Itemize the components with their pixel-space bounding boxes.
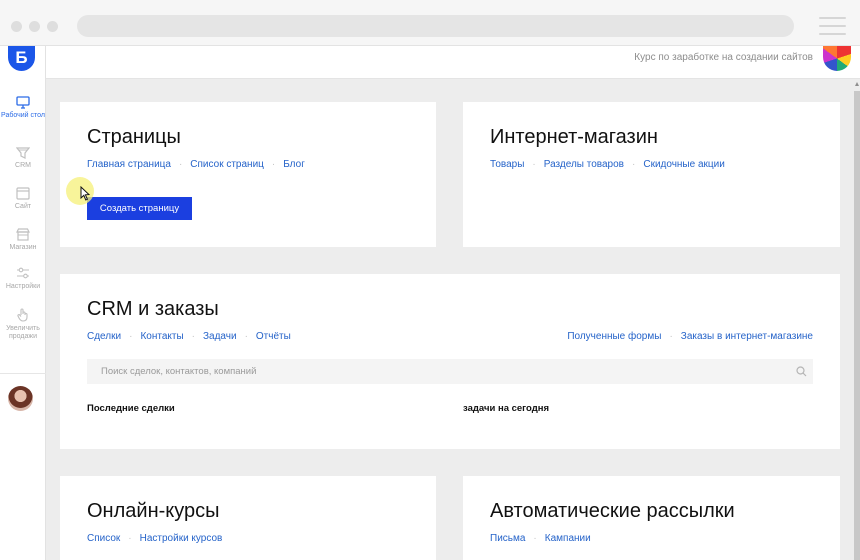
shop-links: Товары · Разделы товаров · Скидочные акции xyxy=(490,159,725,170)
link-separator: · xyxy=(178,159,183,170)
account-avatar[interactable] xyxy=(823,46,851,71)
link-separator: · xyxy=(271,159,276,170)
link-separator: · xyxy=(533,533,537,544)
sidebar-item-settings[interactable]: Настройки xyxy=(0,267,46,291)
sidebar: Б Рабочий стол CRM Сайт Магазин Настройк… xyxy=(0,46,46,560)
store-icon xyxy=(16,228,30,241)
link-separator: · xyxy=(669,331,673,342)
link-letters[interactable]: Письма xyxy=(490,533,525,544)
link-deals[interactable]: Сделки xyxy=(87,331,121,342)
link-separator: · xyxy=(128,533,132,544)
sidebar-item-store[interactable]: Магазин xyxy=(0,228,46,252)
sidebar-divider xyxy=(0,373,46,374)
window-minimize-dot[interactable] xyxy=(29,21,40,32)
mailing-links: Письма · Кампании xyxy=(490,533,591,544)
link-separator: · xyxy=(532,159,536,170)
funnel-icon xyxy=(16,147,30,159)
sidebar-item-site[interactable]: Сайт xyxy=(0,187,46,211)
menu-icon[interactable] xyxy=(819,17,846,35)
window-maximize-dot[interactable] xyxy=(47,21,58,32)
course-link[interactable]: Курс по заработке на создании сайтов xyxy=(634,52,813,63)
sliders-icon xyxy=(17,267,29,279)
mouse-cursor-icon xyxy=(80,186,90,201)
browser-chrome xyxy=(0,0,860,46)
scroll-up-arrow-icon[interactable] xyxy=(855,82,859,86)
address-bar[interactable] xyxy=(77,15,794,37)
create-page-button[interactable]: Создать страницу xyxy=(87,197,192,220)
link-campaigns[interactable]: Кампании xyxy=(545,533,591,544)
desktop-icon xyxy=(16,96,30,109)
shop-card: Интернет-магазин Товары · Разделы товаров ·… xyxy=(463,102,840,247)
search-input[interactable] xyxy=(87,359,787,384)
logo[interactable]: Б xyxy=(8,46,35,71)
link-page-list[interactable]: Список страниц xyxy=(190,159,264,170)
crm-links: Сделки · Контакты · Задачи · Отчёты xyxy=(87,331,291,342)
sidebar-item-label: Настройки xyxy=(5,283,41,290)
crm-search xyxy=(87,359,813,384)
link-tasks[interactable]: Задачи xyxy=(203,331,237,342)
sidebar-item-desktop[interactable]: Рабочий стол xyxy=(0,96,46,120)
mailing-card: Автоматические рассылки Письма · Кампании xyxy=(463,476,840,560)
link-course-settings[interactable]: Настройки курсов xyxy=(140,533,223,544)
courses-card: Онлайн-курсы Список · Настройки курсов xyxy=(60,476,436,560)
pages-card: Страницы Главная страница · Список страниц… xyxy=(60,102,436,247)
link-blog[interactable]: Блог xyxy=(283,159,305,170)
search-icon[interactable] xyxy=(796,366,807,377)
sidebar-item-increase-sales[interactable]: Увеличить продажи xyxy=(0,308,46,341)
link-separator: · xyxy=(129,331,133,342)
top-header: Курс по заработке на создании сайтов xyxy=(46,46,860,79)
recent-deals-heading: Последние сделки xyxy=(87,403,175,414)
link-home-page[interactable]: Главная страница xyxy=(87,159,171,170)
link-separator: · xyxy=(191,331,195,342)
crm-card: CRM и заказы Сделки · Контакты · Задачи · Отчё… xyxy=(60,274,840,449)
sidebar-item-label: Сайт xyxy=(14,203,32,210)
card-title: Автоматические рассылки xyxy=(490,500,735,522)
link-separator: · xyxy=(632,159,636,170)
card-title: Онлайн-курсы xyxy=(87,500,220,522)
user-avatar[interactable] xyxy=(8,386,33,411)
link-received-forms[interactable]: Полученные формы xyxy=(567,331,661,342)
scrollbar-thumb[interactable] xyxy=(854,91,860,560)
link-products[interactable]: Товары xyxy=(490,159,524,170)
card-title: Страницы xyxy=(87,126,181,148)
sidebar-item-label: Увеличить продажи xyxy=(6,325,40,340)
pages-links: Главная страница · Список страниц · Блог xyxy=(87,159,305,170)
card-title: CRM и заказы xyxy=(87,298,219,320)
link-course-list[interactable]: Список xyxy=(87,533,120,544)
sidebar-item-label: CRM xyxy=(15,162,31,169)
card-title: Интернет-магазин xyxy=(490,126,658,148)
link-reports[interactable]: Отчёты xyxy=(256,331,291,342)
link-product-sections[interactable]: Разделы товаров xyxy=(544,159,624,170)
link-discounts[interactable]: Скидочные акции xyxy=(643,159,724,170)
site-icon xyxy=(16,187,30,200)
courses-links: Список · Настройки курсов xyxy=(87,533,222,544)
link-shop-orders[interactable]: Заказы в интернет-магазине xyxy=(681,331,813,342)
hand-pointer-icon xyxy=(17,308,28,322)
sidebar-item-crm[interactable]: CRM xyxy=(0,147,46,170)
tasks-today-heading: задачи на сегодня xyxy=(463,403,550,414)
link-contacts[interactable]: Контакты xyxy=(140,331,183,342)
link-separator: · xyxy=(244,331,248,342)
crm-links-right: Полученные формы · Заказы в интернет-магаз… xyxy=(567,331,813,342)
window-close-dot[interactable] xyxy=(11,21,22,32)
sidebar-item-label: Рабочий стол xyxy=(1,112,45,119)
sidebar-item-label: Магазин xyxy=(9,244,37,251)
